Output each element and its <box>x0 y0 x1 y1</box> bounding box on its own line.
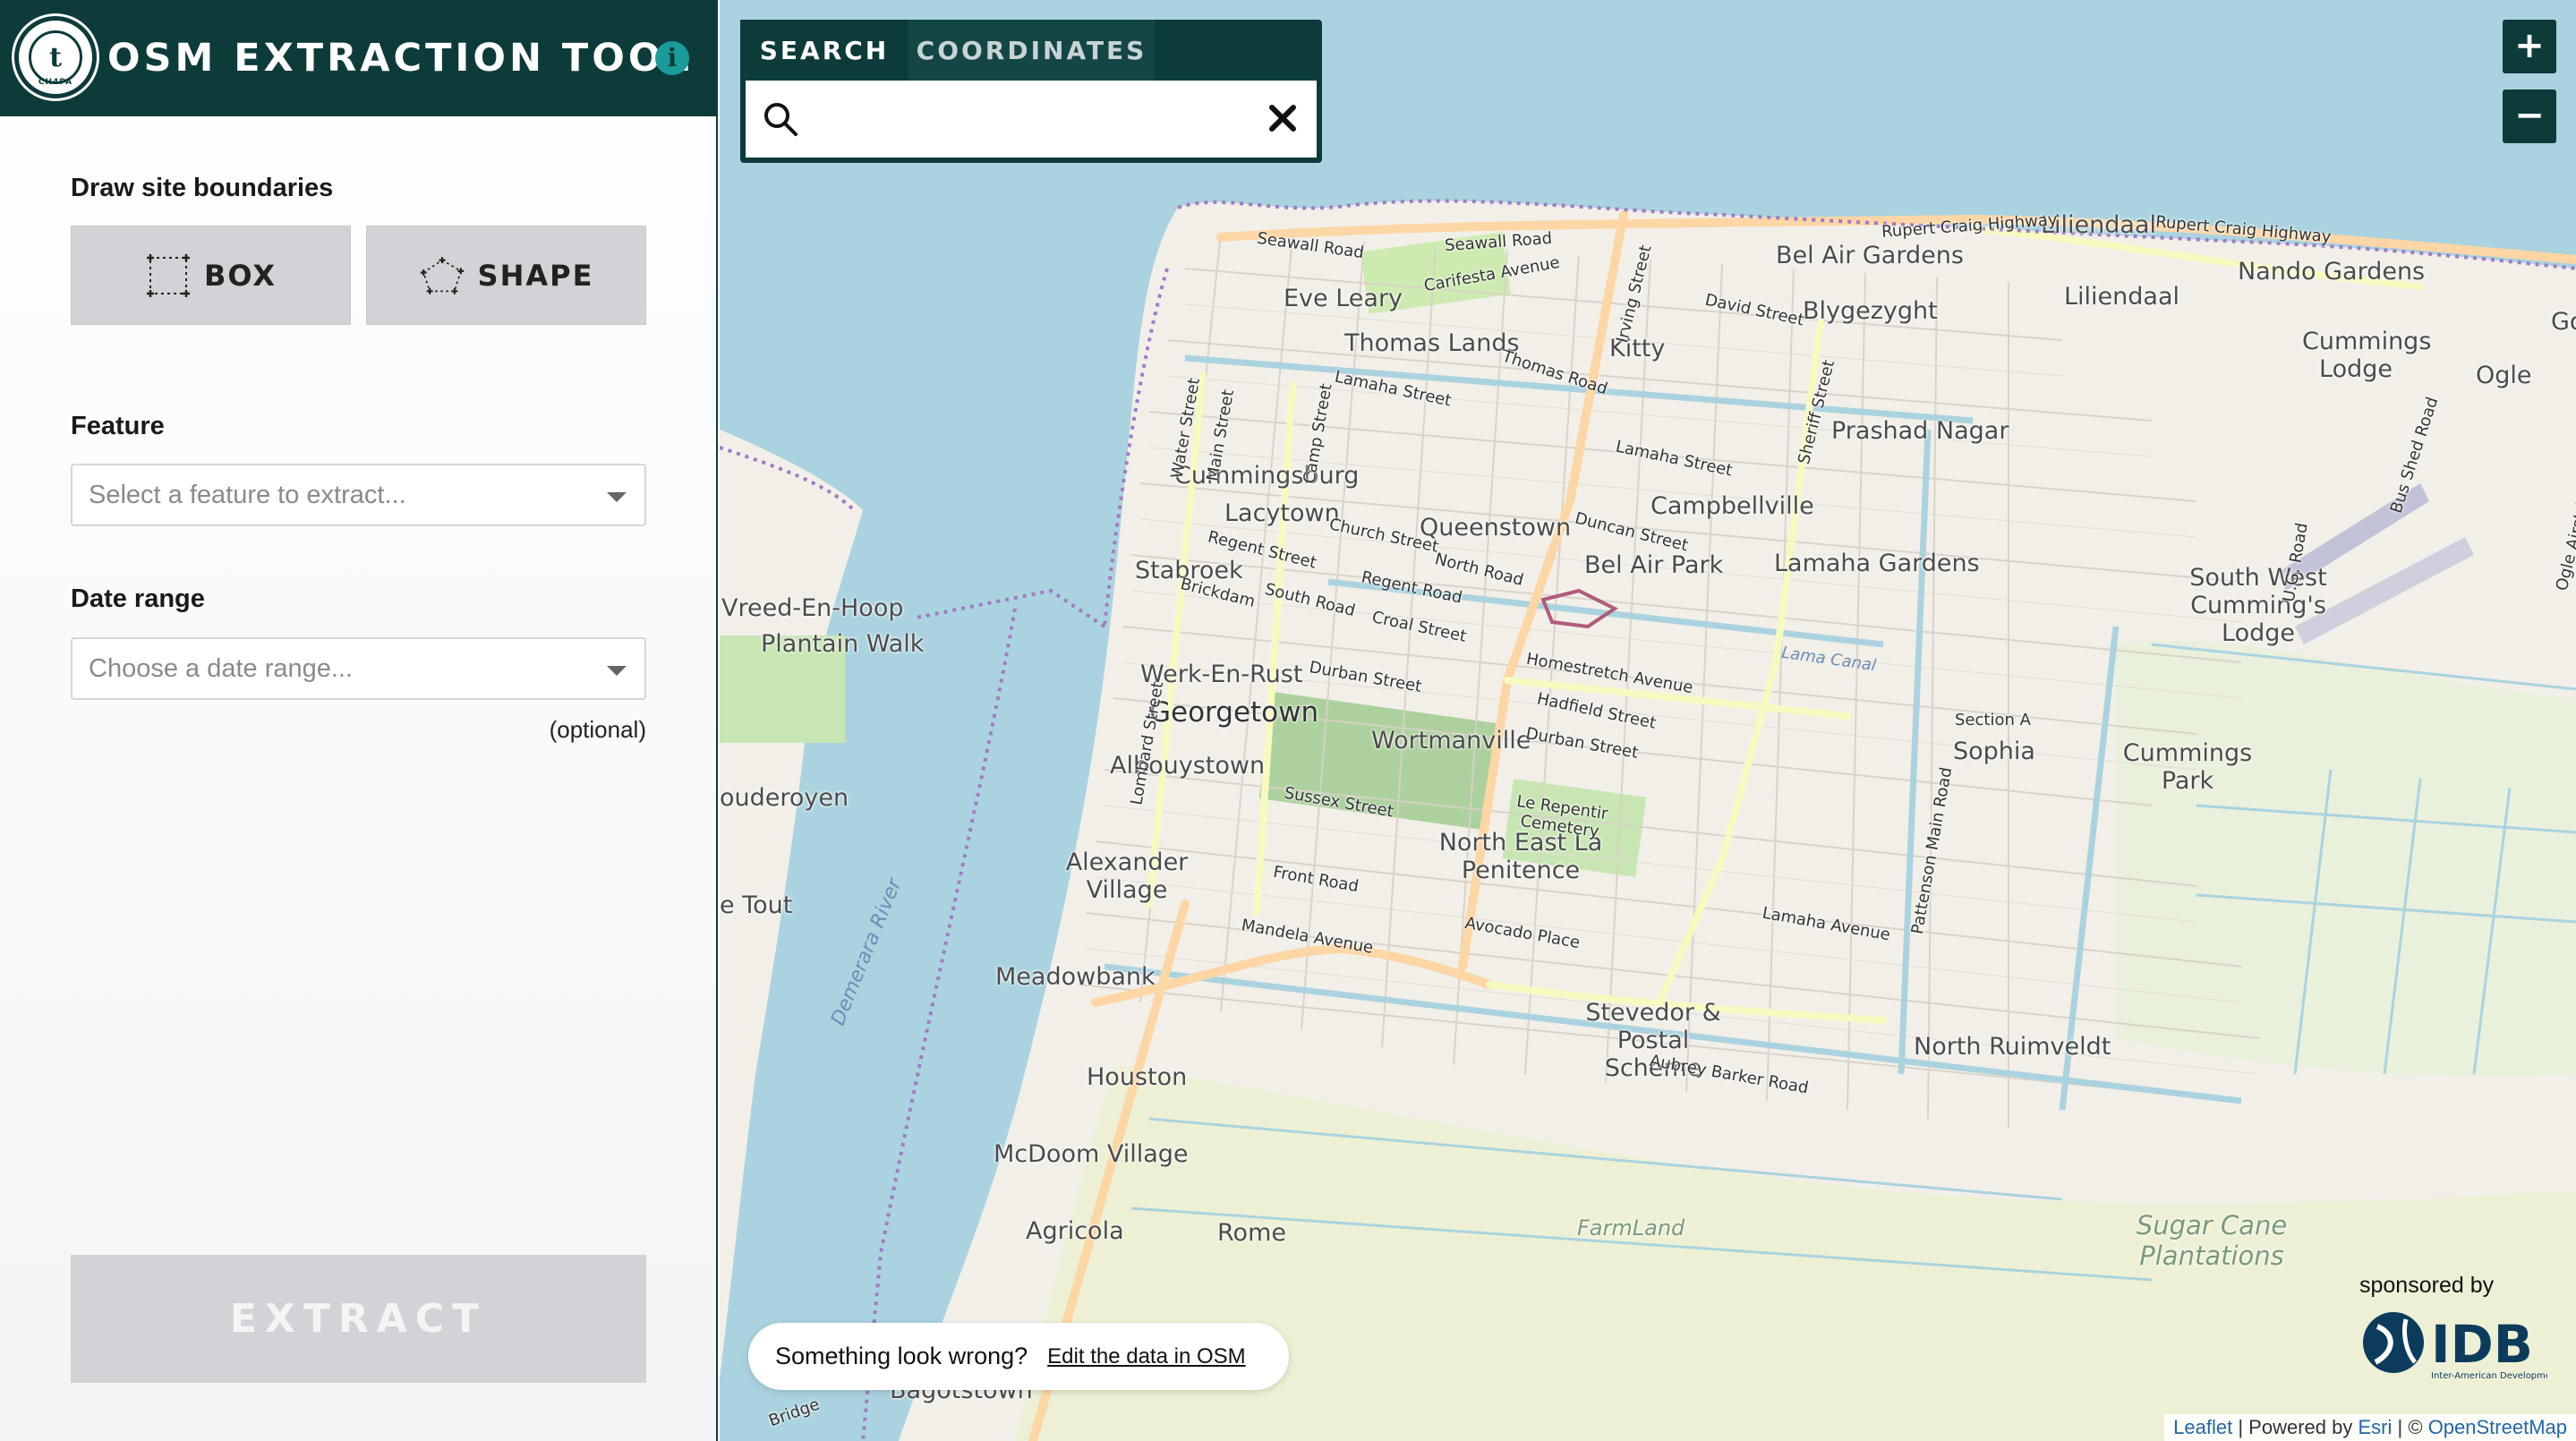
idb-logo: IDB Inter-American Development Bank <box>2363 1312 2547 1381</box>
copyright-text: | © <box>2397 1416 2423 1438</box>
draw-box-button[interactable]: BOX <box>71 226 351 325</box>
map-label-liliendaal: Liliendaal <box>2064 283 2180 311</box>
map-label-campbellville: Campbellville <box>1651 492 1814 520</box>
zoom-in-button[interactable]: + <box>2503 20 2556 73</box>
info-icon[interactable]: i <box>655 41 689 75</box>
feedback-text: Something look wrong? <box>775 1343 1028 1369</box>
draw-boundaries-label: Draw site boundaries <box>71 174 334 202</box>
polygon-select-icon <box>420 256 464 294</box>
map-label-bel-air-park: Bel Air Park <box>1584 551 1724 579</box>
map-label-prashad-nagar: Prashad Nagar <box>1831 417 2009 445</box>
map-label-queenstown: Queenstown <box>1420 514 1572 541</box>
map-label-lamaha-gardens: Lamaha Gardens <box>1774 550 1980 577</box>
edit-osm-link[interactable]: Edit the data in OSM <box>1047 1344 1245 1369</box>
chevron-down-icon <box>607 666 627 676</box>
map-attribution: Leaflet | Powered by Esri | © OpenStreet… <box>2164 1414 2576 1441</box>
map-label-section-a: Section A <box>1955 711 2031 729</box>
map-label-cummingsburg: Cummingsburg <box>1174 462 1360 490</box>
search-widget: SEARCH COORDINATES <box>740 20 1322 163</box>
tab-coordinates[interactable]: COORDINATES <box>908 20 1155 81</box>
map-label-meadowbank: Meadowbank <box>995 963 1156 991</box>
openstreetmap-link[interactable]: OpenStreetMap <box>2428 1416 2567 1438</box>
map-label-liliendaal-top: Liliendaal <box>2041 211 2157 239</box>
map-label-alexander-village: Alexander Village <box>1065 848 1189 904</box>
map-label-rome: Rome <box>1217 1219 1286 1247</box>
logo-text: CH4PA <box>38 78 73 87</box>
zoom-out-button[interactable]: − <box>2503 90 2556 143</box>
sponsor-badge: sponsored by IDB Inter-American Developm… <box>2349 1271 2555 1396</box>
leaflet-link[interactable]: Leaflet <box>2173 1416 2232 1438</box>
map-label-wortmanville: Wortmanville <box>1371 727 1531 755</box>
map-label-lacytown: Lacytown <box>1224 499 1340 527</box>
map-label-goed: Goed <box>2551 308 2576 336</box>
date-range-label: Date range <box>71 584 205 613</box>
idb-logo-text: IDB <box>2431 1314 2533 1375</box>
map-label-vreed-en-hoop: Vreed-En-Hoop <box>721 594 904 622</box>
logo: t CH4PA <box>14 16 97 98</box>
draw-shape-label: SHAPE <box>477 258 594 293</box>
map-label-nando-gardens: Nando Gardens <box>2238 258 2426 286</box>
draw-shape-button[interactable]: SHAPE <box>366 226 646 325</box>
logo-emblem-icon: t <box>29 30 82 84</box>
map-label-sugar-cane: Sugar Cane Plantations <box>2136 1210 2288 1271</box>
app-header: t CH4PA OSM EXTRACTION TOOL i <box>0 0 718 116</box>
map-label-e-tout: e Tout <box>720 891 793 919</box>
map-label-farmland: FarmLand <box>1577 1215 1685 1241</box>
map-label-ouderoyen: ouderoyen <box>720 784 849 812</box>
map-label-sophia: Sophia <box>1953 738 2035 765</box>
search-input[interactable] <box>808 95 1238 143</box>
map-label-cummings-park: Cummings Park <box>2122 739 2253 795</box>
map-label-houston: Houston <box>1087 1063 1188 1091</box>
feature-select-placeholder: Select a feature to extract... <box>89 481 406 509</box>
esri-link[interactable]: Esri <box>2358 1416 2393 1438</box>
feature-label: Feature <box>71 412 165 440</box>
idb-logo-subtext: Inter-American Development Bank <box>2431 1371 2547 1381</box>
search-icon <box>764 103 798 136</box>
feature-select[interactable]: Select a feature to extract... <box>71 464 646 526</box>
map-label-georgetown: Georgetown <box>1149 696 1319 729</box>
map-label-plantain-walk: Plantain Walk <box>761 630 925 658</box>
map[interactable]: Georgetown Cummingsburg Lacytown Stabroe… <box>720 0 2576 1441</box>
map-label-south-west-cummings-lodge: South West Cumming's Lodge <box>2189 564 2327 647</box>
sponsor-label: sponsored by <box>2359 1273 2495 1298</box>
map-label-agricola: Agricola <box>1026 1217 1124 1245</box>
extract-button[interactable]: EXTRACT <box>71 1255 646 1383</box>
sidebar: t CH4PA OSM EXTRACTION TOOL i Draw site … <box>0 0 718 1441</box>
close-icon[interactable] <box>1265 100 1301 136</box>
draw-box-label: BOX <box>203 258 277 293</box>
app-title: OSM EXTRACTION TOOL <box>107 36 693 81</box>
map-label-cummings-lodge: Cummings Lodge <box>2302 328 2432 383</box>
map-label-ogle: Ogle <box>2476 362 2532 389</box>
tab-search[interactable]: SEARCH <box>740 20 908 81</box>
powered-by-text: | Powered by <box>2238 1416 2353 1438</box>
search-box <box>746 81 1317 158</box>
map-label-bel-air-gardens: Bel Air Gardens <box>1776 242 1964 269</box>
map-label-north-ruimveldt: North Ruimveldt <box>1914 1033 2111 1061</box>
map-label-blygezyght: Blygezyght <box>1803 297 1938 325</box>
map-label-thomas-lands: Thomas Lands <box>1344 329 1520 357</box>
date-range-placeholder: Choose a date range... <box>89 654 354 683</box>
map-label-mcdoom-village: McDoom Village <box>994 1140 1189 1168</box>
date-range-select[interactable]: Choose a date range... <box>71 637 646 700</box>
chevron-down-icon <box>607 492 627 502</box>
optional-note: (optional) <box>549 716 646 743</box>
box-select-icon <box>146 253 190 297</box>
map-label-eve-leary: Eve Leary <box>1284 285 1403 312</box>
feedback-pill: Something look wrong? Edit the data in O… <box>748 1323 1289 1390</box>
